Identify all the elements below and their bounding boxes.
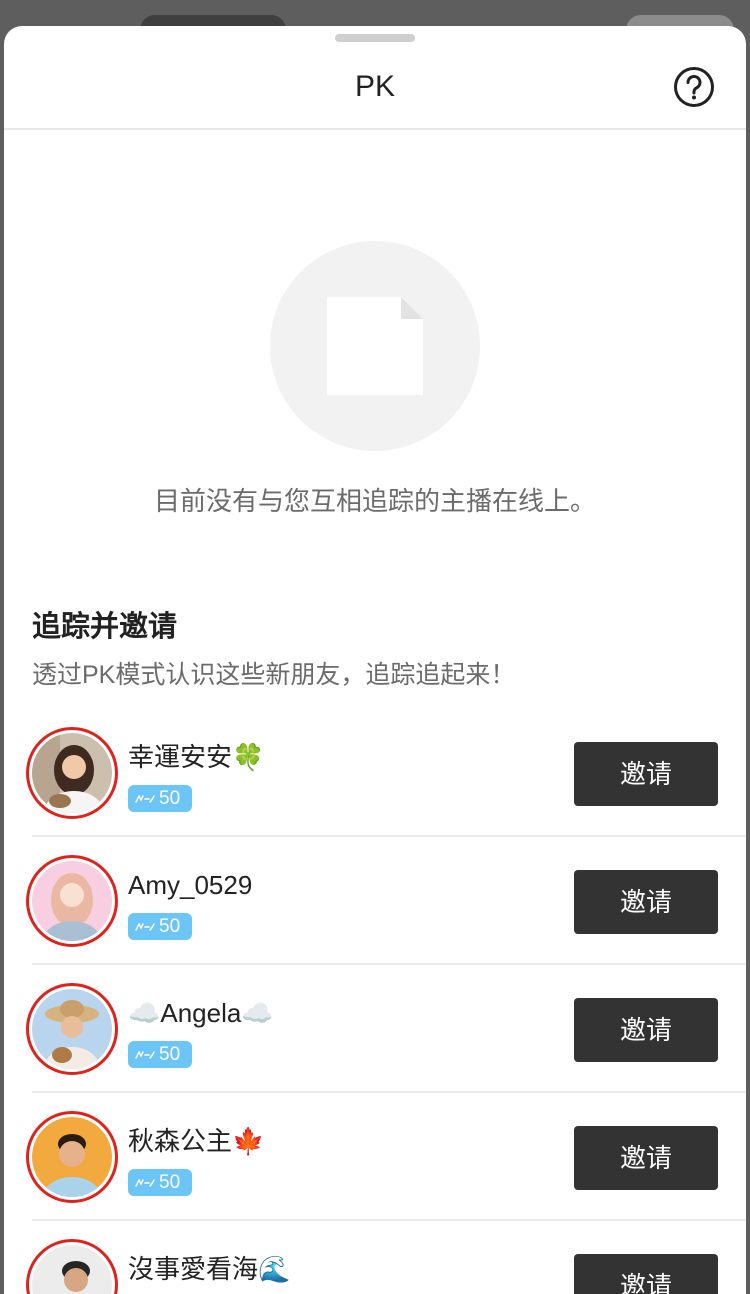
level-badge: 50 [128,913,192,940]
level-value: 50 [159,1044,181,1065]
streamer-name: 幸運安安🍀 [128,742,265,772]
invite-button[interactable]: 邀请 [574,1254,718,1294]
blank-document-icon [327,297,423,395]
invite-button[interactable]: 邀请 [574,742,718,806]
streamer-name: Amy_0529 [128,870,253,900]
level-logo-icon [135,1050,155,1060]
empty-state-message: 目前没有与您互相追踪的主播在线上。 [153,486,596,516]
streamer-list-item: ☁️Angela☁️ 50 邀请 [4,965,746,1093]
invite-button[interactable]: 邀请 [574,870,718,934]
pk-bottom-sheet: PK 目前没有与您互相追踪的主播在线上。 追踪并邀请 透过PK模式认识这些新朋友… [4,26,746,1294]
streamer-list-item: Amy_0529 50 邀请 [4,837,746,965]
avatar-photo [32,733,112,813]
invite-button[interactable]: 邀请 [574,1126,718,1190]
invite-section-subtitle: 透过PK模式认识这些新朋友，追踪追起来！ [32,661,516,689]
level-badge: 50 [128,1169,192,1196]
invite-button[interactable]: 邀请 [574,998,718,1062]
streamer-list-item: 幸運安安🍀 50 邀请 [4,709,746,837]
avatar[interactable] [26,983,118,1075]
streamer-list-item: 沒事愛看海🌊 邀请 [4,1221,746,1294]
level-logo-icon [135,1178,155,1188]
sheet-title: PK [354,70,396,103]
streamer-name: 秋森公主🍁 [128,1126,265,1156]
sheet-grabber[interactable] [335,34,415,42]
question-circle-icon[interactable] [673,66,715,108]
avatar[interactable] [26,727,118,819]
avatar[interactable] [26,1239,118,1294]
streamer-list-item: 秋森公主🍁 50 邀请 [4,1093,746,1221]
avatar-photo [32,861,112,941]
empty-state-illustration [270,241,480,451]
header-divider [4,128,746,130]
level-logo-icon [135,794,155,804]
level-badge: 50 [128,1041,192,1068]
level-value: 50 [159,1172,181,1193]
invite-section-title: 追踪并邀请 [32,611,178,643]
level-logo-icon [135,922,155,932]
avatar[interactable] [26,855,118,947]
streamer-name: 沒事愛看海🌊 [128,1254,291,1284]
avatar[interactable] [26,1111,118,1203]
avatar-photo [32,989,112,1069]
avatar-photo [32,1245,112,1294]
level-value: 50 [159,788,181,809]
level-value: 50 [159,916,181,937]
streamer-name: ☁️Angela☁️ [128,998,274,1028]
level-badge: 50 [128,785,192,812]
avatar-photo [32,1117,112,1197]
